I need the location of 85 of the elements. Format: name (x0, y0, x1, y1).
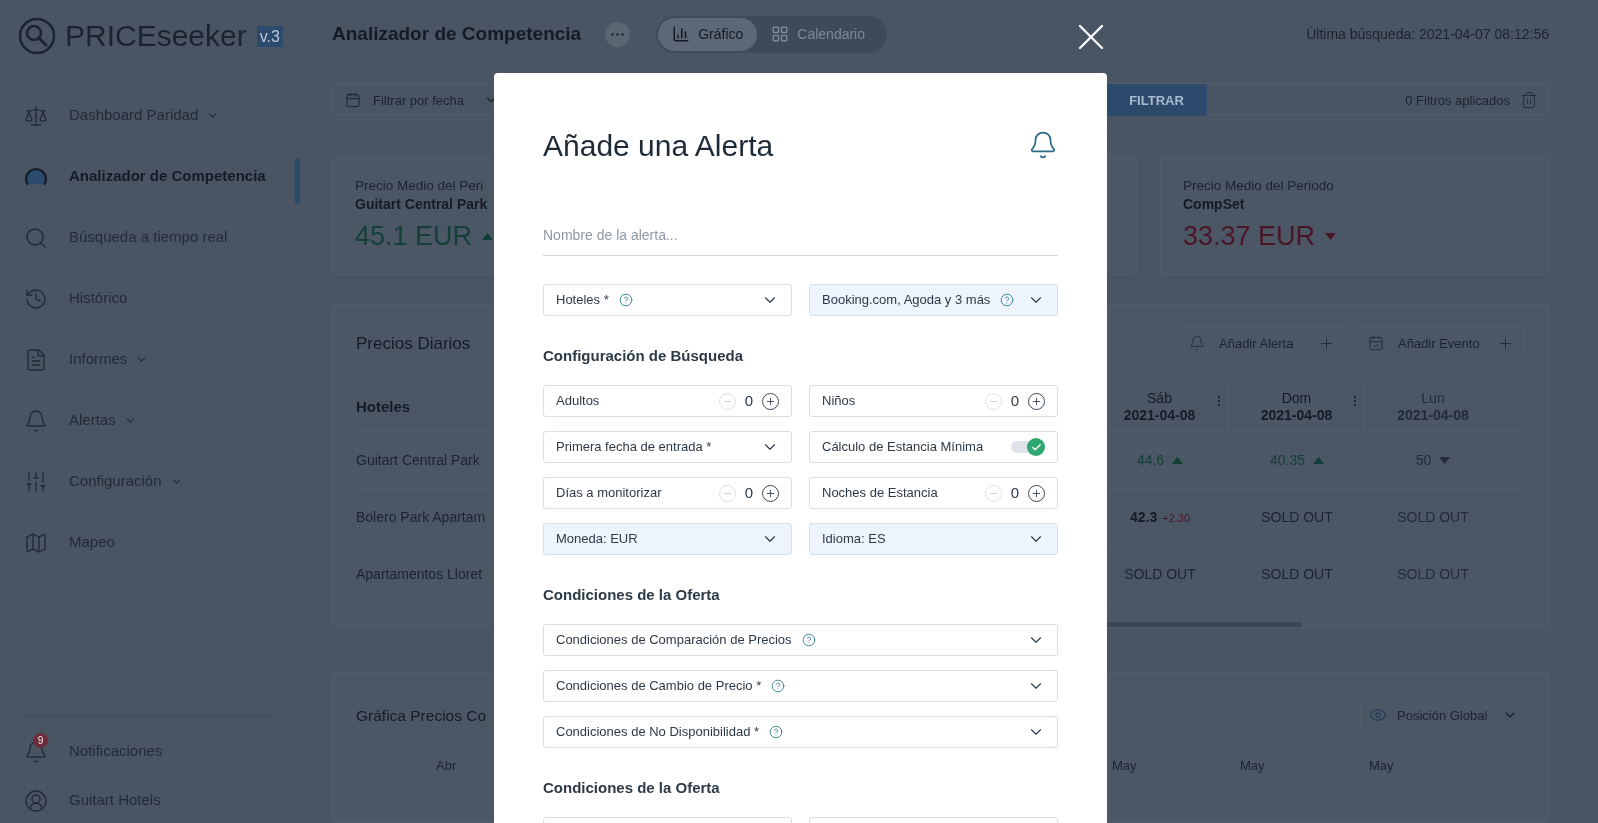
hotel-name: Bolero Park Apartam (356, 507, 487, 527)
stepper-value: 0 (744, 482, 753, 503)
bar-chart-icon (672, 25, 691, 44)
scale-icon (24, 103, 48, 128)
stat-subject: CompSet (1183, 195, 1246, 214)
help-icon[interactable] (618, 293, 633, 307)
select-field[interactable]: Condiciones de Cambio de Precio * (543, 670, 1058, 702)
stat-subject: Guitart Central Park (355, 195, 489, 214)
view-tab[interactable]: Calendario (757, 17, 879, 51)
document-icon (24, 347, 48, 372)
help-icon[interactable] (771, 679, 786, 693)
axis-label: May (1368, 758, 1395, 775)
active-indicator (295, 158, 300, 204)
stat-label: Precio Medio del Periodo (1183, 177, 1335, 196)
avatar-icon (24, 788, 48, 813)
bell-icon (1189, 335, 1205, 352)
section-title: Precios Diarios (356, 332, 471, 355)
dialog-title: Añade una Alerta (543, 127, 774, 164)
calendar-check-icon (1368, 335, 1384, 352)
stepper-field[interactable]: Adultos 0 (543, 385, 792, 417)
column-header: Dom 2021-04-08 (1229, 382, 1365, 432)
add-button[interactable]: Añadir Alerta (1178, 327, 1346, 360)
bell-icon (1028, 130, 1058, 160)
select-field[interactable]: Condiciones de No Disponibilidad * (543, 716, 1058, 748)
add-button[interactable]: Añadir Evento (1357, 327, 1525, 360)
logo-icon (18, 17, 56, 55)
plus-icon (1031, 395, 1042, 407)
axis-label: May (1111, 758, 1138, 775)
trash-icon[interactable] (1520, 91, 1538, 110)
select-field[interactable]: Moneda: EUR (543, 523, 792, 555)
stat-value: 45.1 EUR (355, 220, 473, 254)
price-value: 44.6 (1136, 450, 1165, 470)
history-icon (24, 286, 48, 311)
plus-icon (765, 395, 776, 407)
notification-badge: 9 (33, 733, 48, 748)
toggle-field: Cálculo de Estancia Mínima (809, 431, 1058, 463)
name-field[interactable]: Nombre de la alerta... (543, 214, 1058, 256)
sold-out-label: SOLD OUT (1261, 507, 1333, 527)
stat-value: 33.37 EUR (1183, 220, 1316, 254)
filter-button[interactable]: FILTRAR (1106, 84, 1207, 117)
help-icon[interactable] (769, 725, 784, 739)
price-change: +2.30 (1162, 510, 1191, 526)
calendar-icon (345, 92, 361, 109)
more-button[interactable] (605, 21, 631, 47)
select-field[interactable]: Primera fecha de entrada * (543, 431, 792, 463)
column-header: Hoteles (356, 396, 412, 417)
page-title: Analizador de Competencia (332, 21, 582, 46)
help-icon[interactable] (1000, 293, 1015, 307)
check-icon (1030, 441, 1042, 453)
section-heading: Condiciones de la Oferta (543, 778, 721, 798)
grid-icon (771, 25, 790, 44)
search-icon (24, 225, 48, 250)
hotel-name: Apartamentos Lloret (356, 564, 484, 584)
select-field[interactable]: Booking.com, Agoda y 3 más (809, 284, 1058, 316)
stepper-value: 0 (1010, 482, 1019, 503)
price-value: 42.3 (1129, 507, 1158, 527)
toggle-switch[interactable] (1011, 438, 1045, 456)
sold-out-label: SOLD OUT (1261, 564, 1333, 584)
more-icon (611, 32, 625, 36)
stepper-field[interactable]: Noches de Estancia 0 (809, 477, 1058, 509)
stepper-value: 0 (744, 390, 753, 411)
view-tab[interactable]: Gráfico (658, 17, 758, 51)
stat-label: Precio Medio del Peri (355, 177, 485, 196)
select-field[interactable]: Condiciones de Comparación de Precios (543, 624, 1058, 656)
view-select[interactable]: Posición Global (1360, 700, 1527, 731)
sliders-icon (24, 469, 48, 494)
bell-icon (24, 408, 48, 433)
section-heading: Configuración de Búsqueda (543, 346, 744, 366)
select-field[interactable]: Idioma: ES (809, 523, 1058, 555)
axis-label: Abr (435, 758, 458, 775)
stepper-field[interactable]: Niños 0 (809, 385, 1058, 417)
section-heading: Condiciones de la Oferta (543, 585, 721, 605)
section-title: Gráfica Precios Co (356, 705, 487, 726)
select-field[interactable]: Hoteles * (543, 284, 792, 316)
hotel-name: Guitart Central Park (356, 450, 481, 470)
axis-label: May (1239, 758, 1266, 775)
version-badge: v.3 (256, 25, 283, 47)
nav-item[interactable]: Analizador de Competencia (0, 146, 300, 207)
plus-icon (1031, 487, 1042, 499)
plus-icon (765, 487, 776, 499)
stepper-field[interactable]: Días a monitorizar 0 (543, 477, 792, 509)
sold-out-label: SOLD OUT (1124, 564, 1196, 584)
help-icon[interactable] (801, 633, 816, 647)
price-value: 40.35 (1269, 450, 1305, 470)
stepper-value: 0 (1010, 390, 1019, 411)
